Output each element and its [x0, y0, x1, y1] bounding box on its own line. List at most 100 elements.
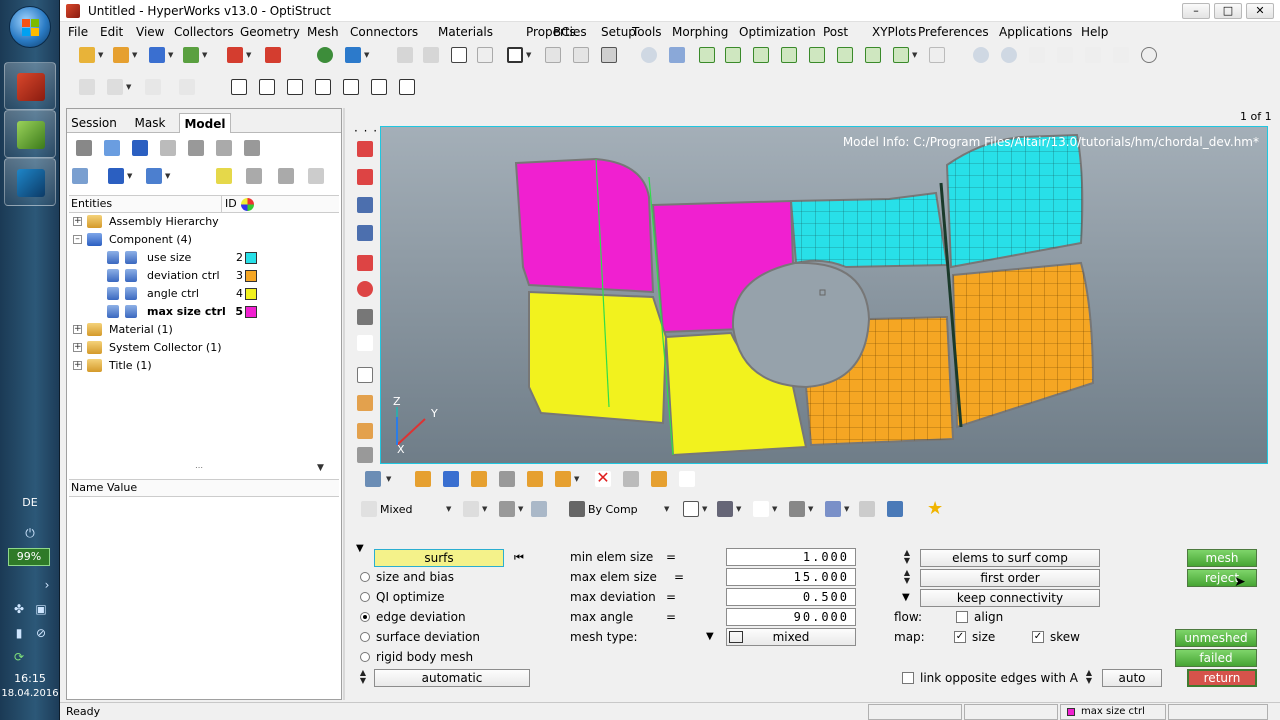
copy-window-button[interactable] [542, 44, 564, 66]
browser-show-button[interactable] [241, 137, 263, 159]
view-iso-button[interactable] [862, 44, 884, 66]
dropbox-icon[interactable]: ✤ [12, 602, 26, 616]
label-abc-down-button[interactable] [354, 420, 376, 442]
panel-divider[interactable] [343, 108, 345, 700]
element-display-icon[interactable] [125, 287, 137, 300]
tab-session[interactable]: Session [71, 113, 117, 133]
pan-vertical-button[interactable] [1110, 44, 1132, 66]
maximize-button[interactable]: □ [1214, 3, 1242, 19]
browser-expand-button[interactable] [101, 137, 123, 159]
chevron-down-icon[interactable]: ▼ [772, 498, 780, 520]
tree-folder-row[interactable]: + Assembly Hierarchy [69, 213, 339, 231]
menu-view[interactable]: View [136, 25, 164, 39]
up-down-arrows-icon[interactable]: ▲ ▼ [900, 549, 914, 567]
page-layout-button[interactable] [504, 44, 526, 66]
menu-connectors[interactable]: Connectors [350, 25, 418, 39]
automatic-button[interactable]: automatic [374, 669, 530, 687]
keep-connectivity-dropdown-arrow[interactable]: ▼ [902, 592, 910, 603]
chevron-down-icon[interactable]: ▼ [126, 76, 134, 98]
component-tool-button[interactable] [362, 468, 384, 490]
delete-page-button[interactable] [474, 44, 496, 66]
browser-select-button[interactable] [179, 165, 201, 187]
chevron-down-icon[interactable]: ▼ [386, 468, 394, 490]
visibility-toggle-icon[interactable] [107, 251, 119, 264]
mesh-button[interactable]: mesh [1187, 549, 1257, 567]
component-color-swatch[interactable] [245, 288, 257, 300]
view-xy-bottom-button[interactable] [722, 44, 744, 66]
component-color-swatch[interactable] [245, 270, 257, 282]
shaded-elements-button[interactable] [714, 498, 736, 520]
clock-time[interactable]: 16:15 [0, 672, 60, 685]
open-model-button[interactable] [76, 44, 98, 66]
reorder-button[interactable] [524, 468, 546, 490]
display-settings-button[interactable] [884, 498, 906, 520]
layout-1-button[interactable] [228, 76, 250, 98]
entity-count-button[interactable] [354, 332, 376, 354]
view-custom-button[interactable] [890, 44, 912, 66]
component-row[interactable]: use size 2 [69, 249, 339, 267]
component-color-swatch[interactable] [245, 306, 257, 318]
element-color-mode-button[interactable] [566, 498, 588, 520]
chevron-down-icon[interactable]: ▼ [127, 165, 135, 187]
mesh-type-dropdown-arrow[interactable]: ▼ [706, 631, 714, 642]
organize-button[interactable] [412, 468, 434, 490]
mode-label[interactable]: rigid body mesh [376, 648, 473, 666]
up-down-arrows-icon[interactable]: ▲ ▼ [356, 669, 370, 687]
view-xz-back-button[interactable] [834, 44, 856, 66]
view-xy-top-button[interactable] [696, 44, 718, 66]
surface-display-button[interactable] [496, 498, 518, 520]
splitter[interactable]: ⋯ ▼ [67, 463, 341, 475]
param-input[interactable]: 15.000 [726, 568, 856, 586]
display-options-button[interactable] [354, 444, 376, 466]
view-xz-front-button[interactable] [806, 44, 828, 66]
export-ppt-button[interactable] [262, 44, 284, 66]
keep-connectivity-toggle[interactable]: keep connectivity [920, 589, 1100, 607]
clock-date[interactable]: 18.04.2016 [0, 688, 60, 699]
taskbar-screen-recorder-app[interactable] [4, 158, 56, 206]
numbers-button[interactable] [354, 364, 376, 386]
radio-surface-deviation[interactable] [360, 632, 370, 642]
visibility-toggle-icon[interactable] [107, 305, 119, 318]
element-display-icon[interactable] [125, 305, 137, 318]
component-row[interactable]: angle ctrl 4 [69, 285, 339, 303]
shaded-geometry-button[interactable] [460, 498, 482, 520]
device-icon[interactable]: ▣ [34, 602, 48, 616]
chevron-down-icon[interactable]: ▼ [165, 165, 173, 187]
chevron-down-icon[interactable]: ▼ [526, 44, 534, 66]
pan-hand-button[interactable] [1054, 44, 1076, 66]
mode-label[interactable]: size and bias [376, 568, 454, 586]
menu-applications[interactable]: Applications [999, 25, 1072, 39]
close-button[interactable]: ✕ [1246, 3, 1274, 19]
menu-edit[interactable]: Edit [100, 25, 123, 39]
surface-max-size-ctrl-1[interactable] [514, 157, 655, 294]
volume-muted-icon[interactable]: ⊘ [34, 626, 48, 640]
delete-button[interactable]: ✕ [592, 468, 614, 490]
2d-elements-button[interactable] [786, 498, 808, 520]
expand-icon[interactable]: + [73, 361, 82, 370]
previous-view-button[interactable] [666, 44, 688, 66]
mode-label[interactable]: QI optimize [376, 588, 445, 606]
browser-hide-button[interactable] [213, 137, 235, 159]
menu-bcs[interactable]: BCs [553, 25, 576, 39]
menu-post[interactable]: Post [823, 25, 848, 39]
failed-button[interactable]: failed [1175, 649, 1257, 667]
chevron-down-icon[interactable]: ▼ [98, 44, 106, 66]
mode-label[interactable]: edge deviation [376, 608, 466, 626]
up-down-arrows-icon[interactable]: ▲ ▼ [1082, 669, 1096, 687]
chevron-down-icon[interactable]: ▼ [246, 44, 254, 66]
auto-button[interactable]: auto [1102, 669, 1162, 687]
menu-optimization[interactable]: Optimization [739, 25, 816, 39]
menu-preferences[interactable]: Preferences [918, 25, 989, 39]
browser-display-toggle-button[interactable] [105, 165, 127, 187]
tree-folder-row[interactable]: – Component (4) [69, 231, 339, 249]
menu-setup[interactable]: Setup [601, 25, 636, 39]
taskbar-hypermesh-app[interactable] [4, 62, 56, 110]
chevron-down-icon[interactable]: ▼ [168, 44, 176, 66]
zoom-fit-button[interactable] [998, 44, 1020, 66]
view-top-button[interactable] [354, 138, 376, 160]
chevron-down-icon[interactable]: ▼ [736, 498, 744, 520]
size-checkbox[interactable]: ✓ [954, 631, 966, 643]
element-display-icon[interactable] [125, 251, 137, 264]
find-attached-button[interactable] [468, 468, 490, 490]
chevron-down-icon[interactable]: ▼ [808, 498, 816, 520]
